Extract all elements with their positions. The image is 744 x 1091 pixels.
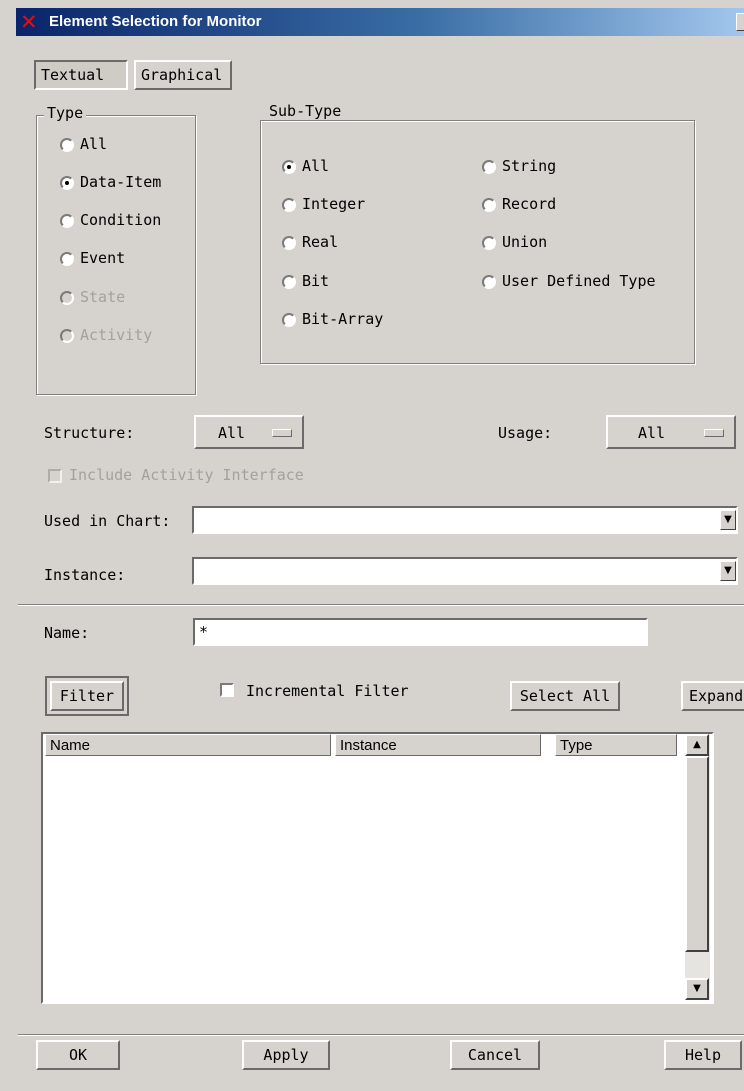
radio-icon (282, 198, 296, 212)
subtype-radio-real[interactable]: Real (282, 232, 338, 252)
type-radio-activity: Activity (60, 325, 152, 345)
window-control-button[interactable] (736, 13, 744, 31)
results-list[interactable]: Name Instance Type ▲ ▼ (41, 732, 714, 1004)
select-all-button[interactable]: Select All (510, 681, 620, 711)
radio-icon (60, 138, 74, 152)
incremental-filter-label: Incremental Filter (246, 682, 409, 700)
scroll-up-icon[interactable]: ▲ (685, 734, 709, 756)
chevron-down-icon[interactable]: ▼ (720, 561, 736, 581)
structure-value: All (218, 424, 246, 442)
radio-icon (482, 198, 496, 212)
expand-button[interactable]: Expand (681, 681, 744, 711)
radio-icon (60, 252, 74, 266)
subtype-radio-string[interactable]: String (482, 156, 556, 176)
tab-textual[interactable]: Textual (34, 60, 128, 90)
title-bar: ✕ Element Selection for Monitor (16, 8, 744, 36)
instance-label: Instance: (44, 566, 126, 584)
structure-label: Structure: (44, 424, 135, 442)
column-header-type[interactable]: Type (555, 734, 677, 756)
name-input[interactable]: * (193, 618, 648, 646)
subtype-radio-all[interactable]: All (282, 156, 329, 176)
scroll-thumb[interactable] (685, 756, 709, 952)
tab-graphical[interactable]: Graphical (134, 60, 232, 90)
type-radio-event[interactable]: Event (60, 248, 125, 268)
cancel-button[interactable]: Cancel (450, 1040, 540, 1070)
radio-icon (60, 214, 74, 228)
usage-value: All (638, 424, 666, 442)
window-title: Element Selection for Monitor (49, 13, 262, 30)
column-header-name[interactable]: Name (45, 734, 331, 756)
usage-option-menu[interactable]: All (606, 415, 736, 449)
subtype-radio-bit-array[interactable]: Bit-Array (282, 309, 383, 329)
structure-option-menu[interactable]: All (194, 415, 304, 449)
subtype-radio-integer[interactable]: Integer (282, 194, 365, 214)
used-in-chart-label: Used in Chart: (44, 512, 171, 530)
subtype-radio-union[interactable]: Union (482, 232, 547, 252)
radio-icon (482, 236, 496, 250)
radio-selected-icon (60, 176, 74, 190)
divider (18, 604, 744, 606)
type-radio-state: State (60, 287, 125, 307)
apply-button[interactable]: Apply (242, 1040, 330, 1070)
instance-combobox[interactable]: ▼ (192, 557, 738, 585)
vertical-scrollbar[interactable]: ▲ ▼ (685, 734, 710, 1000)
x-app-icon: ✕ (20, 10, 38, 34)
include-activity-interface-checkbox (48, 469, 62, 483)
radio-icon (60, 329, 74, 343)
radio-icon (60, 291, 74, 305)
type-group-label: Type (44, 104, 87, 122)
incremental-filter-checkbox[interactable] (220, 683, 234, 697)
subtype-radio-record[interactable]: Record (482, 194, 556, 214)
type-radio-all[interactable]: All (60, 134, 107, 154)
subtype-radio-bit[interactable]: Bit (282, 271, 329, 291)
scroll-down-icon[interactable]: ▼ (685, 978, 709, 1000)
help-button[interactable]: Help (664, 1040, 742, 1070)
include-activity-interface-label: Include Activity Interface (69, 466, 304, 484)
subtype-radio-user-defined-type[interactable]: User Defined Type (482, 271, 656, 291)
option-menu-icon (704, 429, 724, 437)
option-menu-icon (272, 429, 292, 437)
used-in-chart-combobox[interactable]: ▼ (192, 506, 738, 534)
type-radio-data-item[interactable]: Data-Item (60, 172, 161, 192)
usage-label: Usage: (498, 424, 553, 442)
type-radio-condition[interactable]: Condition (60, 210, 161, 230)
radio-icon (282, 236, 296, 250)
filter-button[interactable]: Filter (45, 676, 129, 716)
radio-selected-icon (282, 160, 296, 174)
column-header-instance[interactable]: Instance (335, 734, 541, 756)
ok-button[interactable]: OK (36, 1040, 120, 1070)
radio-icon (282, 313, 296, 327)
subtype-group-label: Sub-Type (266, 102, 345, 120)
radio-icon (482, 160, 496, 174)
radio-icon (282, 275, 296, 289)
radio-icon (482, 275, 496, 289)
name-label: Name: (44, 624, 90, 642)
chevron-down-icon[interactable]: ▼ (720, 510, 736, 530)
divider (18, 1034, 744, 1036)
